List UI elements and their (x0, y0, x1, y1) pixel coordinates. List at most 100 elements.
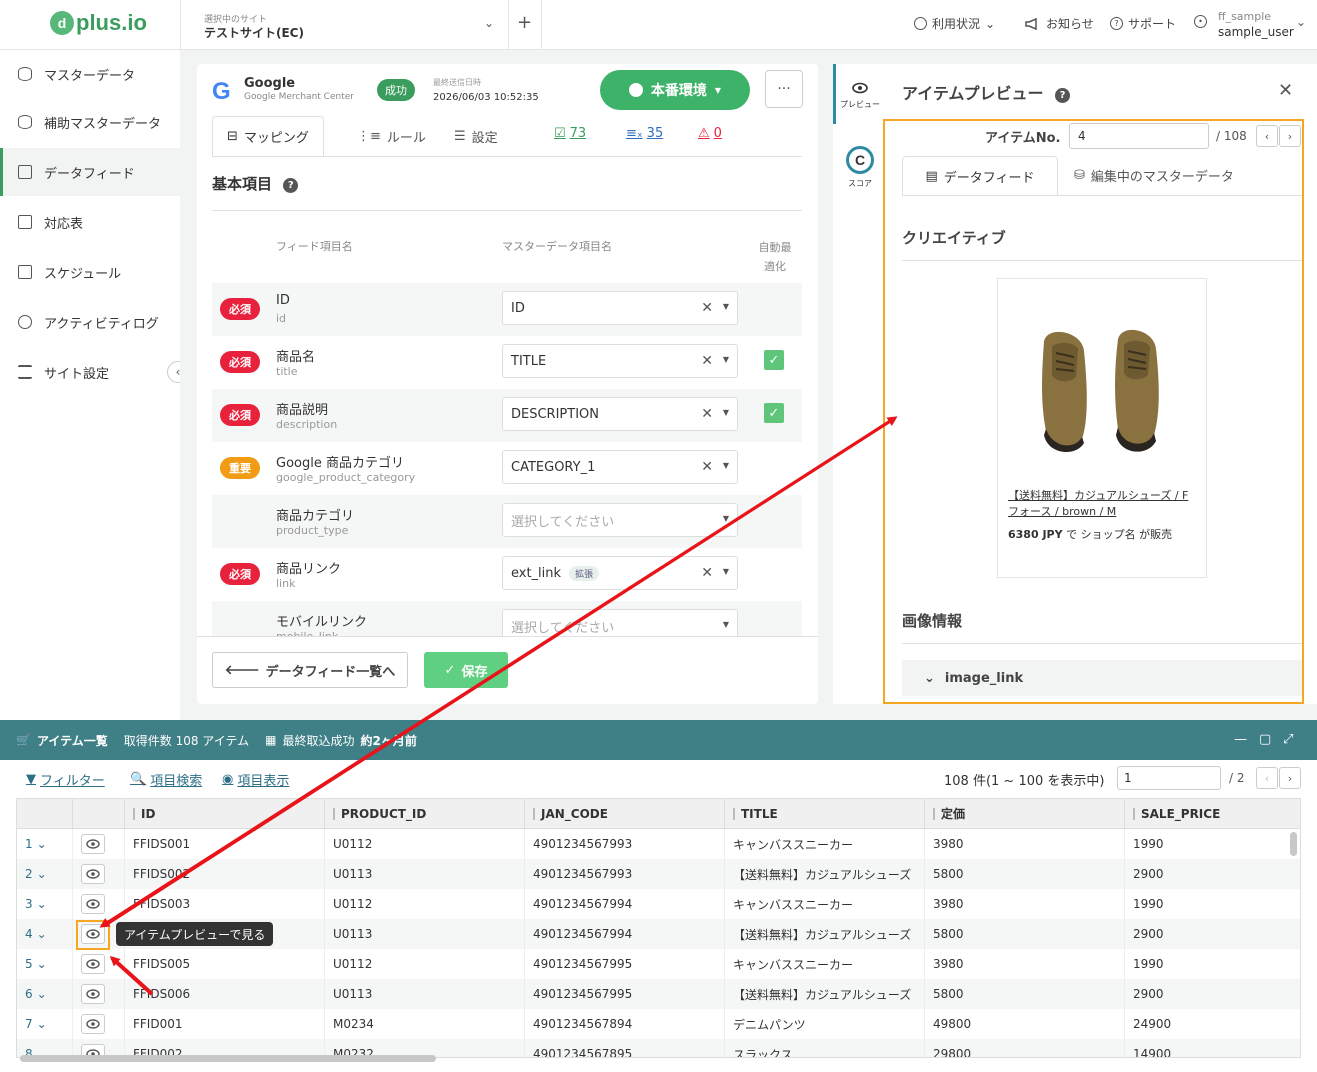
clear-icon[interactable]: ✕ (701, 565, 713, 581)
chevron-down-icon[interactable]: ⌄ (1296, 15, 1306, 29)
vertical-scrollbar[interactable] (1290, 832, 1297, 856)
row-number[interactable]: 6 ⌄ (17, 979, 73, 1009)
page-input[interactable]: 1 (1117, 766, 1221, 790)
nav-usage[interactable]: 利用状況 ⌄ (914, 15, 995, 32)
check-icon: ✓ (444, 662, 456, 678)
caret-down-icon[interactable]: ▼ (723, 408, 729, 417)
row-number[interactable]: 2 ⌄ (17, 859, 73, 889)
back-to-feed-list-button[interactable]: 🡐 データフィード一覧へ (212, 652, 408, 688)
caret-down-icon[interactable]: ▼ (723, 567, 729, 576)
vtab-score[interactable]: スコア (840, 178, 880, 189)
eye-icon[interactable] (81, 894, 105, 914)
clear-icon[interactable]: ✕ (701, 406, 713, 422)
master-field-select[interactable]: 選択してください ▼ (502, 609, 738, 636)
drag-handle-icon[interactable] (733, 807, 735, 820)
help-icon[interactable]: ? (1055, 88, 1071, 103)
table-cell: 3980 (925, 829, 1125, 859)
row-number[interactable]: 3 ⌄ (17, 889, 73, 919)
minimize-icon[interactable]: — (1234, 732, 1247, 747)
chevron-down-icon: ⌄ (36, 957, 47, 971)
auto-optimize-checkbox[interactable]: ✓ (764, 350, 784, 370)
caret-down-icon[interactable]: ▼ (723, 355, 729, 364)
restore-icon[interactable]: ▢ (1259, 732, 1271, 747)
horizontal-scrollbar[interactable] (20, 1055, 436, 1062)
row-number[interactable]: 1 ⌄ (17, 829, 73, 859)
eye-icon[interactable] (81, 984, 105, 1004)
drag-handle-icon[interactable] (333, 807, 335, 820)
filter-link[interactable]: ▼ フィルター (26, 770, 105, 789)
table-row[interactable]: 2 ⌄ FFIDS002 U0113 4901234567993 【送料無料】カジュアルシ… (17, 859, 1300, 889)
user-avatar-icon[interactable]: • (1194, 15, 1207, 28)
feed-field-name: 商品名 (276, 350, 316, 365)
column-header[interactable]: TITLE (725, 799, 925, 829)
eye-icon[interactable] (81, 1014, 105, 1034)
drag-handle-icon[interactable] (933, 807, 935, 820)
caret-down-icon[interactable]: ▼ (723, 302, 729, 311)
mapping-row: 必須 商品説明 description DESCRIPTION ✕ ▼ ✓ (212, 389, 802, 442)
prev-page-button[interactable]: ‹ (1256, 767, 1278, 789)
drag-handle-icon[interactable] (1133, 807, 1135, 820)
table-cell: 4901234567995 (525, 979, 725, 1009)
clear-icon[interactable]: ✕ (701, 300, 713, 316)
drag-handle-icon[interactable] (133, 807, 135, 820)
clear-icon[interactable]: ✕ (701, 353, 713, 369)
table-row[interactable]: 1 ⌄ FFIDS001 U0112 4901234567993 キャンバススニーカー 39… (17, 829, 1300, 859)
nav-news[interactable]: お知らせ (1025, 15, 1094, 32)
field-display-link[interactable]: ◉ 項目表示 (222, 770, 289, 789)
important-badge: 重要 (220, 457, 260, 479)
table-cell: 2900 (1125, 859, 1300, 889)
column-header[interactable]: JAN_CODE (525, 799, 725, 829)
table-cell: FFIDS002 (125, 859, 325, 889)
drag-handle-icon[interactable] (533, 807, 535, 820)
divider (197, 636, 818, 637)
master-field-select[interactable]: TITLE ✕ ▼ (502, 344, 738, 378)
row-number[interactable]: 5 ⌄ (17, 949, 73, 979)
clear-icon[interactable]: ✕ (701, 459, 713, 475)
field-search-link[interactable]: 🔍 項目検索 (130, 770, 202, 789)
row-number[interactable]: 4 ⌄ (17, 919, 73, 949)
auto-optimize-checkbox[interactable]: ✓ (764, 403, 784, 423)
caret-down-icon[interactable]: ▼ (723, 514, 729, 523)
table-cell: 4901234567995 (525, 949, 725, 979)
chevron-down-icon: ⌄ (36, 1017, 47, 1031)
save-button[interactable]: ✓ 保存 (424, 652, 508, 688)
vtab-preview[interactable]: プレビュー (840, 99, 880, 110)
column-header[interactable]: PRODUCT_ID (325, 799, 525, 829)
master-field-select[interactable]: ext_link 拡張 ✕ ▼ (502, 556, 738, 590)
master-field-select[interactable]: 選択してください ▼ (502, 503, 738, 537)
feed-field-key: google_product_category (276, 471, 416, 484)
row-number[interactable]: 7 ⌄ (17, 1009, 73, 1039)
mapping-row: 必須 商品リンク link ext_link 拡張 ✕ ▼ (212, 548, 802, 601)
caret-down-icon[interactable]: ▼ (723, 461, 729, 470)
table-cell: FFIDS001 (125, 829, 325, 859)
master-field-select[interactable]: DESCRIPTION ✕ ▼ (502, 397, 738, 431)
table-cell: 5800 (925, 859, 1125, 889)
select-value: ID (511, 300, 525, 316)
table-row[interactable]: 3 ⌄ FFIDS003 U0112 4901234567994 キャンバススニーカー 39… (17, 889, 1300, 919)
close-icon[interactable]: ✕ (1278, 80, 1293, 101)
score-icon[interactable]: C (846, 146, 874, 174)
user-account[interactable]: ff_sample (1218, 10, 1271, 23)
column-header[interactable]: ID (125, 799, 325, 829)
caret-down-icon[interactable]: ▼ (723, 620, 729, 629)
eye-icon[interactable] (81, 954, 105, 974)
eye-icon[interactable] (81, 834, 105, 854)
user-name[interactable]: sample_user (1218, 25, 1294, 39)
next-page-button[interactable]: › (1279, 767, 1301, 789)
select-value: CATEGORY_1 (511, 459, 596, 475)
expand-icon[interactable]: ⤢ (1283, 732, 1293, 747)
question-icon: ? (1110, 17, 1123, 30)
column-header[interactable]: 定価 (925, 799, 1125, 829)
select-value: DESCRIPTION (511, 406, 599, 422)
select-value: ext_link (511, 565, 562, 581)
table-row[interactable]: 5 ⌄ FFIDS005 U0112 4901234567995 キャンバススニーカー 39… (17, 949, 1300, 979)
table-row[interactable]: 7 ⌄ FFID001 M0234 4901234567894 デニムパンツ 49800 24… (17, 1009, 1300, 1039)
master-field-select[interactable]: CATEGORY_1 ✕ ▼ (502, 450, 738, 484)
table-row[interactable]: 6 ⌄ FFIDS006 U0113 4901234567995 【送料無料】カジュアルシ… (17, 979, 1300, 1009)
eye-icon[interactable] (852, 82, 868, 94)
eye-icon[interactable] (81, 864, 105, 884)
table-cell: 3980 (925, 949, 1125, 979)
column-header[interactable]: SALE_PRICE (1125, 799, 1300, 829)
nav-support[interactable]: ? サポート (1110, 15, 1176, 32)
master-field-select[interactable]: ID ✕ ▼ (502, 291, 738, 325)
